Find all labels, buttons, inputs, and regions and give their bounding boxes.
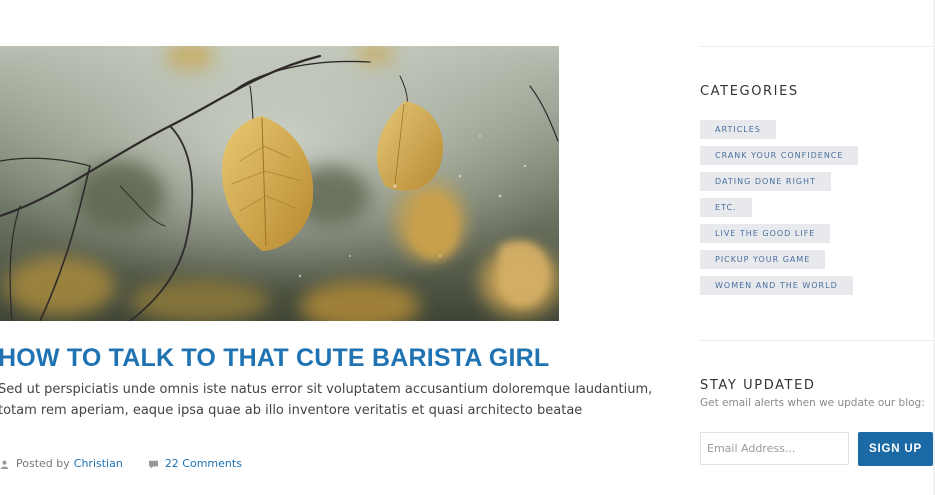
newsletter-description: Get email alerts when we update our blog… bbox=[700, 397, 925, 409]
category-tag[interactable]: ETC. bbox=[700, 198, 752, 217]
category-tag[interactable]: CRANK YOUR CONFIDENCE bbox=[700, 146, 859, 165]
post-meta: Posted by Christian 22 Comments bbox=[0, 455, 242, 471]
category-tag[interactable]: PICKUP YOUR GAME bbox=[700, 250, 826, 269]
sidebar-divider-top bbox=[700, 46, 935, 47]
main-content: HOW TO TALK TO THAT CUTE BARISTA GIRL Se… bbox=[0, 0, 652, 495]
posted-by-label: Posted by bbox=[16, 456, 70, 470]
excerpt-line-1: Sed ut perspiciatis unde omnis iste natu… bbox=[0, 382, 653, 397]
sidebar-divider-middle bbox=[700, 340, 935, 341]
category-tag[interactable]: LIVE THE GOOD LIFE bbox=[700, 224, 831, 243]
email-field[interactable] bbox=[700, 432, 849, 465]
post-excerpt: Sed ut perspiciatis unde omnis iste natu… bbox=[0, 379, 652, 421]
category-tag[interactable]: WOMEN AND THE WORLD bbox=[700, 276, 853, 295]
sidebar: CATEGORIES ARTICLES CRANK YOUR CONFIDENC… bbox=[700, 0, 935, 495]
categories-heading: CATEGORIES bbox=[700, 84, 799, 99]
category-tag-list: ARTICLES CRANK YOUR CONFIDENCE DATING DO… bbox=[700, 120, 859, 302]
post-title[interactable]: HOW TO TALK TO THAT CUTE BARISTA GIRL bbox=[0, 344, 549, 373]
category-tag[interactable]: ARTICLES bbox=[700, 120, 776, 139]
author-link[interactable]: Christian bbox=[74, 457, 123, 470]
autumn-leaves-photo bbox=[0, 46, 559, 321]
post-featured-image[interactable] bbox=[0, 46, 559, 321]
sign-up-button[interactable]: SIGN UP bbox=[858, 432, 933, 466]
comments-link[interactable]: 22 Comments bbox=[165, 457, 242, 470]
newsletter-heading: STAY UPDATED bbox=[700, 378, 816, 393]
category-tag[interactable]: DATING DONE RIGHT bbox=[700, 172, 831, 191]
user-icon bbox=[0, 459, 9, 469]
comment-icon bbox=[148, 459, 158, 469]
excerpt-line-2: totam rem aperiam, eaque ipsa quae ab il… bbox=[0, 403, 583, 418]
